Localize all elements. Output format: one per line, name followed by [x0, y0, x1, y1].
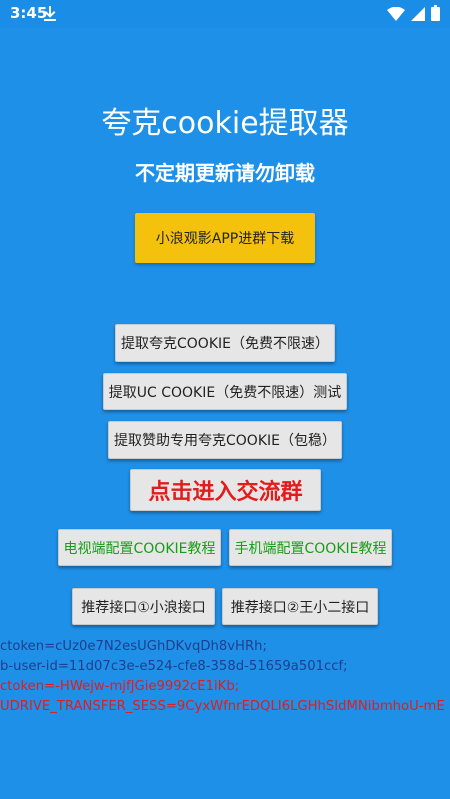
- status-time: 3:45: [10, 4, 48, 22]
- download-app-button[interactable]: 小浪观影APP进群下载: [135, 213, 315, 263]
- app-screen: 3:45 夸克cookie提取器 不定期更新请勿卸载 小浪观影APP进群下载 提…: [0, 0, 450, 799]
- cookie-line-quark-ctoken: ctoken=cUz0e7N2esUGhDKvqDh8vHRh;: [0, 639, 267, 654]
- cookie-line-transfer-sess: UDRIVE_TRANSFER_SESS=9CyxWfnrEDQLI6LGHhS…: [0, 699, 445, 714]
- page-title: 夸克cookie提取器: [101, 106, 349, 141]
- extract-uc-cookie-button[interactable]: 提取UC COOKIE（免费不限速）测试: [103, 373, 347, 410]
- status-bar: 3:45: [0, 0, 450, 28]
- download-icon: [44, 5, 56, 21]
- api2-button[interactable]: 推荐接口②王小二接口: [222, 588, 378, 625]
- tv-tutorial-button[interactable]: 电视端配置COOKIE教程: [58, 529, 221, 566]
- cookie-output: ctoken=cUz0e7N2esUGhDKvqDh8vHRh; b-user-…: [0, 637, 450, 717]
- status-icons: [387, 5, 440, 25]
- phone-tutorial-button[interactable]: 手机端配置COOKIE教程: [229, 529, 392, 566]
- join-group-button[interactable]: 点击进入交流群: [130, 469, 321, 511]
- battery-icon: [431, 5, 440, 25]
- signal-icon: [411, 6, 425, 25]
- extract-quark-cookie-button[interactable]: 提取夸克COOKIE（免费不限速）: [115, 324, 335, 362]
- wifi-icon: [387, 6, 405, 25]
- cookie-line-uc-ctoken: ctoken=-HWejw-mjfJGie9992cE1iKb;: [0, 679, 240, 694]
- api1-button[interactable]: 推荐接口①小浪接口: [72, 588, 215, 625]
- cookie-line-user-id: b-user-id=11d07c3e-e524-cfe8-358d-51659a…: [0, 659, 348, 674]
- extract-sponsor-cookie-button[interactable]: 提取赞助专用夸克COOKIE（包稳）: [108, 421, 342, 459]
- page-subtitle: 不定期更新请勿卸载: [135, 161, 315, 185]
